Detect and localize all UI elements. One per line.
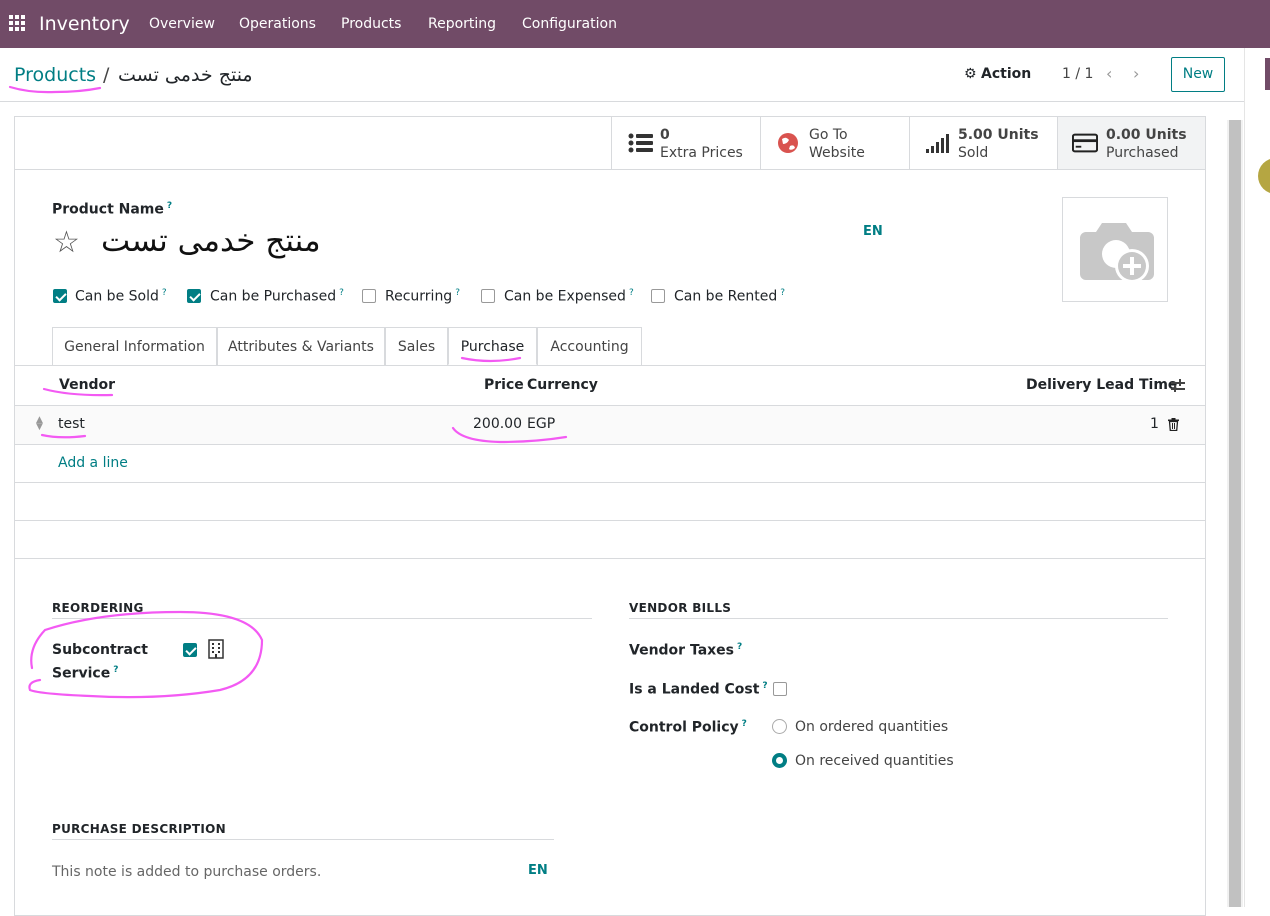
- drag-handle-icon[interactable]: ▲ ▼: [36, 416, 43, 432]
- section-divider: [52, 839, 554, 840]
- control-panel: Products / منتج خدمى تست ⚙ Action 1 / 1 …: [0, 48, 1244, 102]
- credit-card-icon: [1072, 133, 1098, 153]
- row-divider: [15, 482, 1205, 483]
- subcontract-label: Service?: [52, 665, 119, 682]
- action-label: Action: [981, 66, 1032, 82]
- extra-prices-button[interactable]: 0 Extra Prices: [611, 117, 760, 169]
- product-name-field[interactable]: منتج خدمى تست: [101, 223, 321, 259]
- row-divider: [15, 520, 1205, 521]
- product-name-label: Product Name?: [52, 201, 173, 218]
- breadcrumb-products[interactable]: Products: [14, 64, 96, 86]
- can-be-rented-checkbox[interactable]: [651, 289, 665, 303]
- list-icon: [628, 133, 653, 153]
- chevron-right-icon[interactable]: ›: [1133, 64, 1139, 83]
- go-to-website-button[interactable]: Go To Website: [760, 117, 909, 169]
- star-icon[interactable]: ☆: [53, 225, 80, 260]
- new-button[interactable]: New: [1171, 57, 1225, 92]
- price-column-header[interactable]: Price: [484, 377, 524, 393]
- can-be-expensed-checkbox[interactable]: [481, 289, 495, 303]
- purchase-description-lang[interactable]: EN: [528, 863, 548, 878]
- add-a-line-link[interactable]: Add a line: [58, 455, 128, 471]
- menu-overview[interactable]: Overview: [149, 16, 215, 32]
- purchase-description-field[interactable]: This note is added to purchase orders.: [52, 864, 321, 880]
- globe-icon: [778, 133, 798, 153]
- units-sold-button[interactable]: 5.00 Units Sold: [909, 117, 1057, 169]
- row-divider: [15, 444, 1205, 445]
- action-button[interactable]: ⚙ Action: [964, 66, 1031, 82]
- app-switcher-icon[interactable]: [9, 15, 25, 31]
- recurring-checkbox[interactable]: [362, 289, 376, 303]
- can-be-purchased-checkbox[interactable]: [187, 289, 201, 303]
- gear-icon: ⚙: [964, 66, 977, 82]
- landed-cost-label: Is a Landed Cost?: [629, 681, 768, 698]
- menu-reporting[interactable]: Reporting: [428, 16, 496, 32]
- vendor-column-header[interactable]: Vendor: [59, 377, 115, 393]
- lang-switch[interactable]: EN: [863, 224, 883, 239]
- signal-icon: [926, 134, 949, 153]
- units-purchased-label: Purchased: [1106, 145, 1179, 161]
- reordering-section-title: REORDERING: [52, 601, 144, 615]
- trash-icon[interactable]: [1168, 418, 1179, 431]
- product-image[interactable]: [1062, 197, 1168, 302]
- purchase-description-title: PURCHASE DESCRIPTION: [52, 822, 226, 836]
- form-sheet: 0 Extra Prices Go To Website 5.00 Units …: [14, 116, 1206, 916]
- subcontract-service-checkbox[interactable]: [183, 643, 197, 657]
- received-quantities-label[interactable]: On received quantities: [795, 753, 954, 769]
- chevron-left-icon[interactable]: ‹: [1106, 64, 1112, 83]
- tab-purchase[interactable]: Purchase: [448, 327, 537, 365]
- table-row[interactable]: ▲ ▼ test 200.00 EGP 1: [15, 406, 1205, 444]
- app-name[interactable]: Inventory: [39, 13, 130, 35]
- tab-sales[interactable]: Sales: [385, 327, 448, 365]
- scrollbar[interactable]: [1227, 120, 1243, 907]
- vendor-cell[interactable]: test: [58, 416, 85, 432]
- breadcrumb-separator: /: [103, 64, 110, 86]
- tab-general-information[interactable]: General Information: [52, 327, 217, 365]
- website-label-1: Go To: [809, 127, 848, 143]
- received-quantities-radio[interactable]: [772, 753, 787, 768]
- units-purchased-value: 0.00 Units: [1106, 127, 1187, 143]
- currency-cell[interactable]: EGP: [527, 416, 555, 432]
- lead-time-cell[interactable]: 1: [1150, 416, 1159, 432]
- camera-plus-icon: [1080, 223, 1154, 283]
- pager-value[interactable]: 1 / 1: [1062, 66, 1093, 82]
- side-accent: [1265, 58, 1270, 90]
- side-panel: [1244, 48, 1270, 907]
- tab-attributes-variants[interactable]: Attributes & Variants: [217, 327, 385, 365]
- price-cell[interactable]: 200.00: [473, 416, 522, 432]
- breadcrumb-current: منتج خدمى تست: [118, 64, 253, 86]
- landed-cost-checkbox[interactable]: [773, 682, 787, 696]
- can-be-sold-checkbox[interactable]: [53, 289, 67, 303]
- extra-prices-count: 0: [660, 127, 670, 143]
- units-sold-label: Sold: [958, 145, 989, 161]
- recurring-label: Recurring?: [385, 288, 460, 305]
- units-sold-value: 5.00 Units: [958, 127, 1039, 143]
- stat-buttons-bar: 0 Extra Prices Go To Website 5.00 Units …: [15, 117, 1205, 170]
- extra-prices-label: Extra Prices: [660, 145, 743, 161]
- column-settings-icon[interactable]: [1170, 379, 1186, 393]
- lead-time-column-header[interactable]: Delivery Lead Time: [1026, 377, 1177, 393]
- menu-operations[interactable]: Operations: [239, 16, 316, 32]
- can-be-sold-label: Can be Sold?: [75, 288, 167, 305]
- subcontract-label-1: Subcontract: [52, 642, 148, 658]
- section-divider: [52, 618, 592, 619]
- can-be-purchased-label: Can be Purchased?: [210, 288, 344, 305]
- control-policy-label: Control Policy?: [629, 719, 747, 736]
- menu-products[interactable]: Products: [341, 16, 401, 32]
- website-label-2: Website: [809, 145, 865, 161]
- section-divider: [629, 618, 1168, 619]
- ordered-quantities-radio[interactable]: [772, 719, 787, 734]
- vendor-taxes-label: Vendor Taxes?: [629, 642, 743, 659]
- ordered-quantities-label[interactable]: On ordered quantities: [795, 719, 948, 735]
- table-bottom-divider: [15, 558, 1205, 559]
- units-purchased-button[interactable]: 0.00 Units Purchased: [1057, 117, 1205, 169]
- vendor-bills-section-title: VENDOR BILLS: [629, 601, 732, 615]
- can-be-rented-label: Can be Rented?: [674, 288, 785, 305]
- menu-configuration[interactable]: Configuration: [522, 16, 617, 32]
- can-be-expensed-label: Can be Expensed?: [504, 288, 634, 305]
- tab-accounting[interactable]: Accounting: [537, 327, 642, 365]
- avatar[interactable]: [1258, 158, 1270, 194]
- currency-column-header[interactable]: Currency: [527, 377, 598, 393]
- building-icon: [208, 639, 224, 659]
- top-navbar: Inventory Overview Operations Products R…: [0, 0, 1270, 48]
